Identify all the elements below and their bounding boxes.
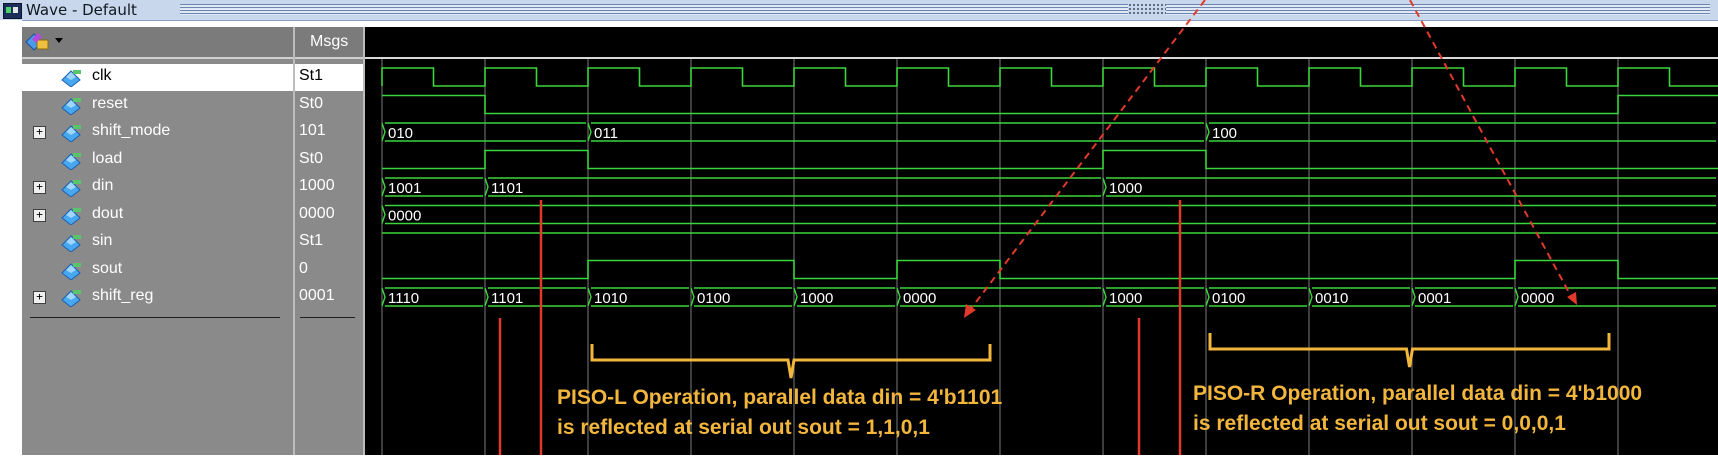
piso-r-brace <box>1208 333 1611 368</box>
clk-waveform <box>381 67 1718 87</box>
shift-reg-bus-value-label: 0100 <box>1212 290 1245 307</box>
shift-mode-bus-value-label: 100 <box>1212 125 1237 142</box>
shift-reg-bus-value-label: 0000 <box>1521 290 1554 307</box>
arrow-line <box>1409 0 1573 299</box>
annotation-line-1: PISO-R Operation, parallel data din = 4'… <box>1193 382 1642 405</box>
load-waveform <box>382 149 1718 170</box>
dout-bus-segment <box>381 204 1716 225</box>
din-bus-value-label: 1101 <box>491 180 523 197</box>
shift-mode-bus-segment <box>1205 122 1716 142</box>
shift-reg-bus-value-label: 1000 <box>800 290 833 307</box>
shift-reg-bus-value-label: 1101 <box>491 290 523 307</box>
bottom-strip <box>0 455 1718 462</box>
shift-mode-bus-value-label: 011 <box>594 125 618 142</box>
shift-reg-bus-value-label: 0001 <box>1418 290 1451 307</box>
shift-mode-bus-value-label: 010 <box>388 125 413 142</box>
reset-waveform <box>382 94 1718 115</box>
dout-bus-value-label: 0000 <box>388 208 421 225</box>
waveform-canvas: 010 011 100 1001 1101 1000 0000 1110 1101 1010 010… <box>381 0 1718 462</box>
din-bus-segment <box>1102 177 1716 197</box>
shift-reg-bus-value-label: 0010 <box>1315 290 1348 307</box>
shift-reg-bus-value-label: 0100 <box>697 290 730 307</box>
shift-mode-bus-segment <box>587 122 1204 142</box>
arrow-line <box>969 0 1206 311</box>
shift-reg-bus-value-label: 1010 <box>594 290 627 307</box>
shift-reg-bus-value-label: 1000 <box>1109 290 1142 307</box>
annotation-line-2: is reflected at serial out sout = 0,0,0,… <box>1193 412 1566 435</box>
piso-l-brace <box>590 344 992 379</box>
shift-reg-bus-value-label: 1110 <box>388 290 419 307</box>
annotation-line-1: PISO-L Operation, parallel data din = 4'… <box>557 386 1002 409</box>
din-bus-value-label: 1000 <box>1109 180 1142 197</box>
arrow-head <box>1567 292 1577 305</box>
annotation-line-2: is reflected at serial out sout = 1,1,0,… <box>557 416 930 439</box>
sout-waveform <box>382 259 1718 280</box>
din-bus-segment <box>484 177 1101 197</box>
shift-reg-bus-value-label: 0000 <box>903 290 936 307</box>
din-bus-value-label: 1001 <box>388 180 421 197</box>
